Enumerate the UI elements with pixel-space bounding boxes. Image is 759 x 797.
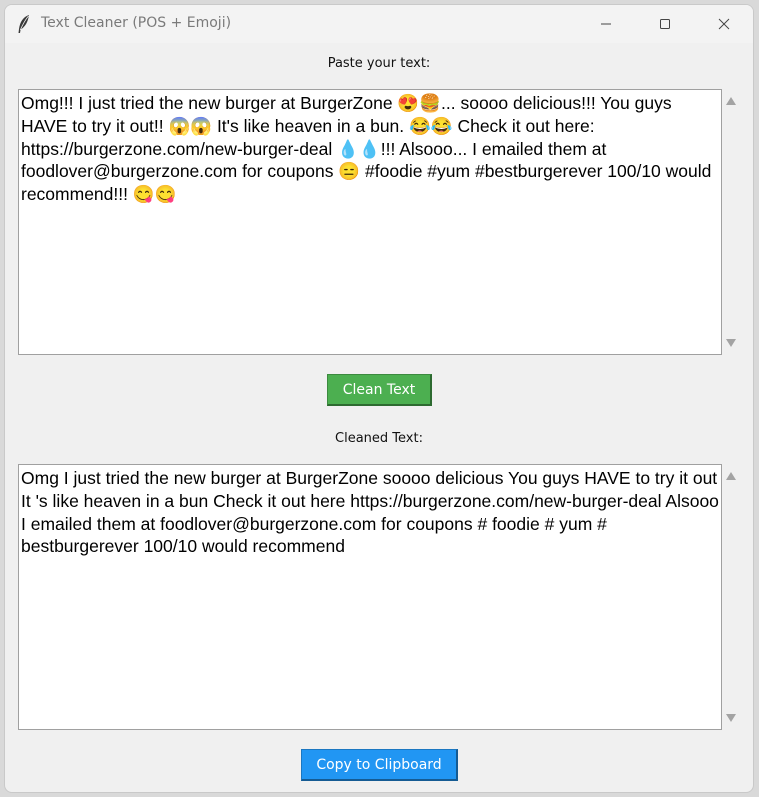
output-textarea[interactable]: Omg I just tried the new burger at Burge… xyxy=(18,464,722,730)
feather-icon xyxy=(17,14,31,34)
clean-text-button[interactable]: Clean Text xyxy=(327,374,432,406)
output-scrollbar[interactable] xyxy=(722,464,740,730)
window-title: Text Cleaner (POS + Emoji) xyxy=(41,15,232,31)
scroll-up-arrow-icon[interactable] xyxy=(726,472,736,480)
close-button[interactable] xyxy=(695,5,753,43)
input-scrollbar[interactable] xyxy=(722,89,740,355)
app-window: Text Cleaner (POS + Emoji) Paste your te… xyxy=(4,4,754,793)
input-label: Paste your text: xyxy=(327,56,431,71)
scroll-down-arrow-icon[interactable] xyxy=(726,339,736,347)
minimize-button[interactable] xyxy=(577,5,635,43)
copy-to-clipboard-button[interactable]: Copy to Clipboard xyxy=(301,749,458,781)
input-textarea[interactable]: Omg!!! I just tried the new burger at Bu… xyxy=(18,89,722,355)
maximize-icon xyxy=(660,19,670,29)
input-text: Omg!!! I just tried the new burger at Bu… xyxy=(21,93,717,205)
scroll-up-arrow-icon[interactable] xyxy=(726,97,736,105)
output-label: Cleaned Text: xyxy=(335,431,423,446)
output-text: Omg I just tried the new burger at Burge… xyxy=(21,468,719,557)
close-icon xyxy=(718,18,730,30)
scroll-down-arrow-icon[interactable] xyxy=(726,714,736,722)
maximize-button[interactable] xyxy=(636,5,694,43)
minimize-icon xyxy=(601,23,611,25)
title-bar: Text Cleaner (POS + Emoji) xyxy=(5,5,753,43)
